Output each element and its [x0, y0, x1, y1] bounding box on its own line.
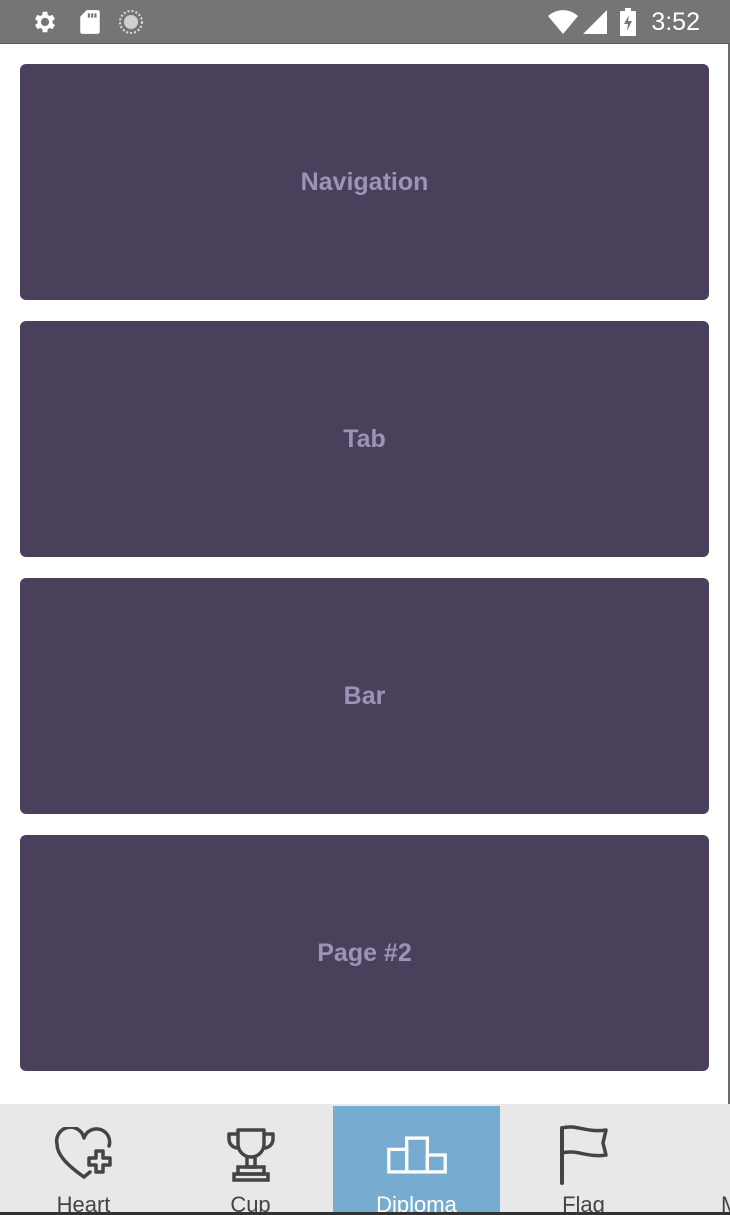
card-tab[interactable]: Tab: [20, 321, 709, 557]
tab-cup[interactable]: Cup: [167, 1106, 334, 1215]
card-navigation[interactable]: Navigation: [20, 64, 709, 300]
heart-plus-icon: [53, 1124, 115, 1186]
sync-circle-icon: [117, 8, 145, 36]
trophy-icon: [220, 1124, 282, 1186]
sd-card-icon: [76, 8, 104, 36]
gear-icon: [31, 8, 59, 36]
card-label: Tab: [343, 424, 386, 453]
clock-time: 3:52: [651, 8, 700, 36]
podium-icon: [386, 1124, 448, 1186]
bottom-tab-bar: Heart Cup Diploma Flag: [0, 1104, 730, 1215]
tab-heart[interactable]: Heart: [0, 1106, 167, 1215]
flag-icon: [553, 1124, 615, 1186]
app-screen: 3:52 Navigation Tab Bar Page #2 Heart Cu…: [0, 0, 730, 1215]
card-page-2[interactable]: Page #2: [20, 835, 709, 1071]
card-label: Bar: [343, 681, 386, 710]
card-label: Page #2: [317, 938, 412, 967]
tab-more[interactable]: M: [667, 1106, 730, 1215]
wifi-icon: [547, 8, 579, 36]
card-list: Navigation Tab Bar Page #2: [20, 64, 709, 1092]
tab-diploma[interactable]: Diploma: [333, 1106, 500, 1215]
tab-flag[interactable]: Flag: [500, 1106, 667, 1215]
battery-charging-icon: [617, 8, 639, 36]
signal-icon: [581, 8, 609, 36]
card-label: Navigation: [300, 167, 429, 196]
status-bar: 3:52: [0, 0, 730, 44]
card-bar[interactable]: Bar: [20, 578, 709, 814]
